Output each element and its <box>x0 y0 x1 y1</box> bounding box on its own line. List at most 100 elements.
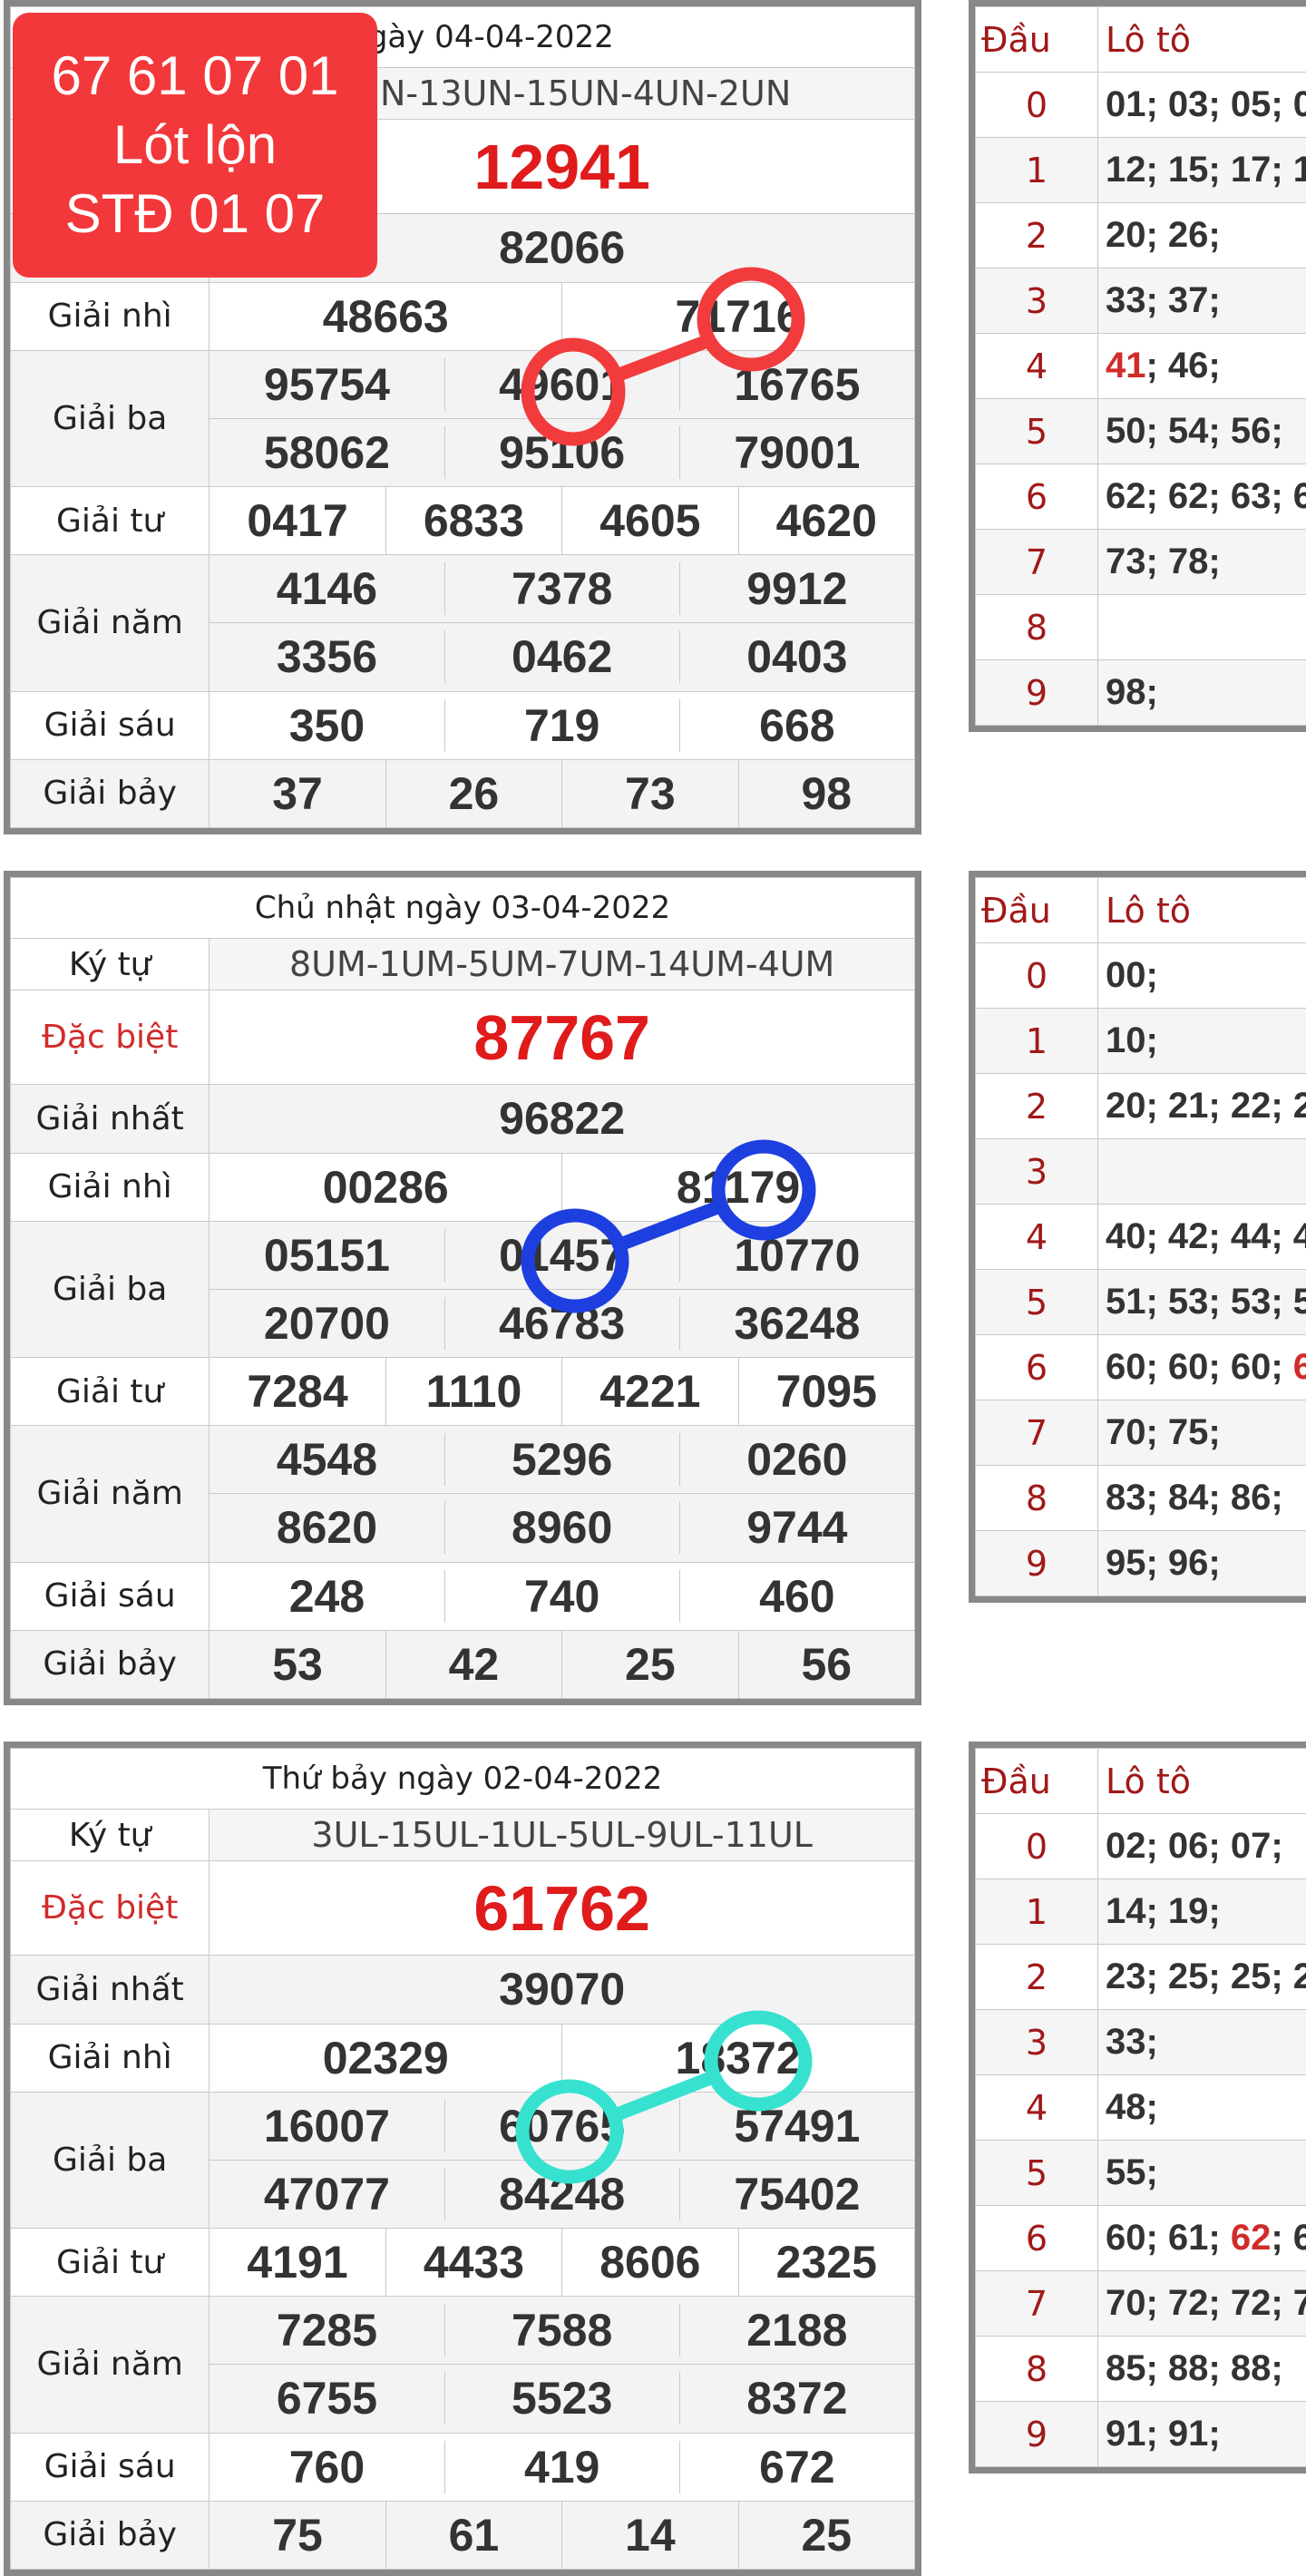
loto-row-0: 02; 06; 07; <box>1098 1814 1306 1879</box>
dau-6: 6 <box>976 1335 1098 1400</box>
loto-row-0: 01; 03; 05; 0 <box>1098 73 1306 138</box>
giai-bay-value: 61 <box>385 2501 561 2569</box>
loto-table: ĐầuLô tô 002; 06; 07; 114; 19; 223; 25; … <box>969 1742 1306 2474</box>
giai-sau-value: 672 <box>679 2441 914 2493</box>
loto-row-6: 60; 60; 60; 6 <box>1098 1335 1306 1400</box>
dau-3: 3 <box>976 1139 1098 1205</box>
giai-sau-label: Giải sáu <box>11 691 210 759</box>
giai-tu-label: Giải tư <box>11 2229 210 2297</box>
giai-tu-value: 4433 <box>385 2229 561 2297</box>
giai-sau-value: 419 <box>444 2441 679 2493</box>
giai-tu-value: 4605 <box>562 487 738 555</box>
giai-ba-value: 47077 <box>210 2168 443 2220</box>
giai-nhat-label: Giải nhất <box>11 1085 210 1153</box>
dau-8: 8 <box>976 2337 1098 2402</box>
giai-tu-label: Giải tư <box>11 487 210 555</box>
promo-line-1: 67 61 07 01 <box>52 42 339 111</box>
loto-row-0: 00; <box>1098 943 1306 1009</box>
results-table: Thứ bảy ngày 02-04-2022 Ký tự3UL-15UL-1U… <box>4 1742 921 2576</box>
loto-row-4: 41; 46; <box>1098 334 1306 399</box>
giai-sau-value: 740 <box>444 1570 679 1623</box>
giai-ba-value: 95106 <box>444 426 679 479</box>
giai-nam-value: 6755 <box>210 2372 443 2425</box>
giai-nam-label: Giải năm <box>11 2297 210 2433</box>
dau-header: Đầu <box>976 878 1098 943</box>
giai-ba-value: 36248 <box>679 1297 914 1350</box>
loto-row-7: 70; 75; <box>1098 1400 1306 1466</box>
loto-row-6: 60; 61; 62; 6 <box>1098 2206 1306 2271</box>
draw-date-title: Chủ nhật ngày 03-04-2022 <box>11 878 915 939</box>
loto-row-8 <box>1098 595 1306 660</box>
giai-ba-value: 95754 <box>210 358 443 411</box>
giai-sau-label: Giải sáu <box>11 1562 210 1630</box>
ky-tu-label: Ký tự <box>11 1810 210 1861</box>
giai-nam-value: 3356 <box>210 630 443 683</box>
loto-row-3: 33; <box>1098 2010 1306 2075</box>
giai-nam-value: 8960 <box>444 1501 679 1554</box>
giai-bay-value: 56 <box>738 1630 914 1698</box>
giai-sau-value: 760 <box>210 2441 443 2493</box>
dau-9: 9 <box>976 660 1098 726</box>
dau-4: 4 <box>976 334 1098 399</box>
dau-9: 9 <box>976 1531 1098 1596</box>
giai-nam-value: 0462 <box>444 630 679 683</box>
promo-line-3: STĐ 01 07 <box>65 180 326 249</box>
giai-bay-label: Giải bảy <box>11 2501 210 2569</box>
loto-row-5: 55; <box>1098 2141 1306 2206</box>
loto-highlight: 41 <box>1106 346 1146 385</box>
loto-row-1: 12; 15; 17; 1 <box>1098 138 1306 203</box>
loto-row-8: 83; 84; 86; <box>1098 1466 1306 1531</box>
giai-nhi-value: 18372 <box>562 2024 915 2092</box>
giai-bay-value: 25 <box>562 1630 738 1698</box>
giai-nhi-label: Giải nhì <box>11 282 210 350</box>
giai-nhi-label: Giải nhì <box>11 1153 210 1221</box>
dau-5: 5 <box>976 2141 1098 2206</box>
loto-row-5: 50; 54; 56; <box>1098 399 1306 464</box>
giai-ba-value: 79001 <box>679 426 914 479</box>
giai-bay-value: 26 <box>385 759 561 827</box>
giai-ba-label: Giải ba <box>11 2092 210 2228</box>
giai-nam-value: 5296 <box>444 1433 679 1486</box>
giai-nam-value: 5523 <box>444 2372 679 2425</box>
giai-ba-label: Giải ba <box>11 350 210 486</box>
giai-nhat-value: 39070 <box>210 1956 915 2024</box>
dau-2: 2 <box>976 1074 1098 1139</box>
dau-7: 7 <box>976 2271 1098 2337</box>
giai-nhi-label: Giải nhì <box>11 2024 210 2092</box>
loto-highlight: 62 <box>1231 2218 1272 2258</box>
loto-rest: 60; 60; 60; <box>1106 1347 1293 1387</box>
loto-row-9: 91; 91; <box>1098 2402 1306 2467</box>
giai-nam-value: 8372 <box>679 2372 914 2425</box>
loto-header: Lô tô <box>1098 7 1306 73</box>
dau-3: 3 <box>976 2010 1098 2075</box>
giai-tu-value: 0417 <box>210 487 385 555</box>
loto-row-9: 98; <box>1098 660 1306 726</box>
giai-tu-value: 4620 <box>738 487 914 555</box>
giai-nam-value: 4548 <box>210 1433 443 1486</box>
loto-row-9: 95; 96; <box>1098 1531 1306 1596</box>
giai-nhi-value: 71716 <box>562 282 915 350</box>
dac-biet-label: Đặc biệt <box>11 990 210 1085</box>
giai-ba-value: 49601 <box>444 358 679 411</box>
loto-rest: ; 6 <box>1271 2218 1306 2258</box>
dau-7: 7 <box>976 530 1098 595</box>
results-table: Chủ nhật ngày 03-04-2022 Ký tự8UM-1UM-5U… <box>4 871 921 1705</box>
draw-block-2: Chủ nhật ngày 03-04-2022 Ký tự8UM-1UM-5U… <box>0 871 1306 1705</box>
loto-table: ĐầuLô tô 001; 03; 05; 0 112; 15; 17; 1 2… <box>969 0 1306 732</box>
dau-6: 6 <box>976 2206 1098 2271</box>
loto-rest: ; 46; <box>1146 346 1221 385</box>
giai-tu-value: 7284 <box>210 1358 385 1426</box>
giai-bay-value: 37 <box>210 759 385 827</box>
loto-row-1: 14; 19; <box>1098 1879 1306 1945</box>
giai-ba-value: 01457 <box>444 1229 679 1282</box>
dau-5: 5 <box>976 1270 1098 1335</box>
dau-1: 1 <box>976 1009 1098 1074</box>
dau-1: 1 <box>976 1879 1098 1945</box>
dau-4: 4 <box>976 1205 1098 1270</box>
giai-nam-value: 7378 <box>444 562 679 615</box>
giai-tu-value: 4221 <box>562 1358 738 1426</box>
giai-nam-label: Giải năm <box>11 1426 210 1562</box>
giai-nam-label: Giải năm <box>11 555 210 691</box>
giai-tu-label: Giải tư <box>11 1358 210 1426</box>
giai-bay-label: Giải bảy <box>11 759 210 827</box>
